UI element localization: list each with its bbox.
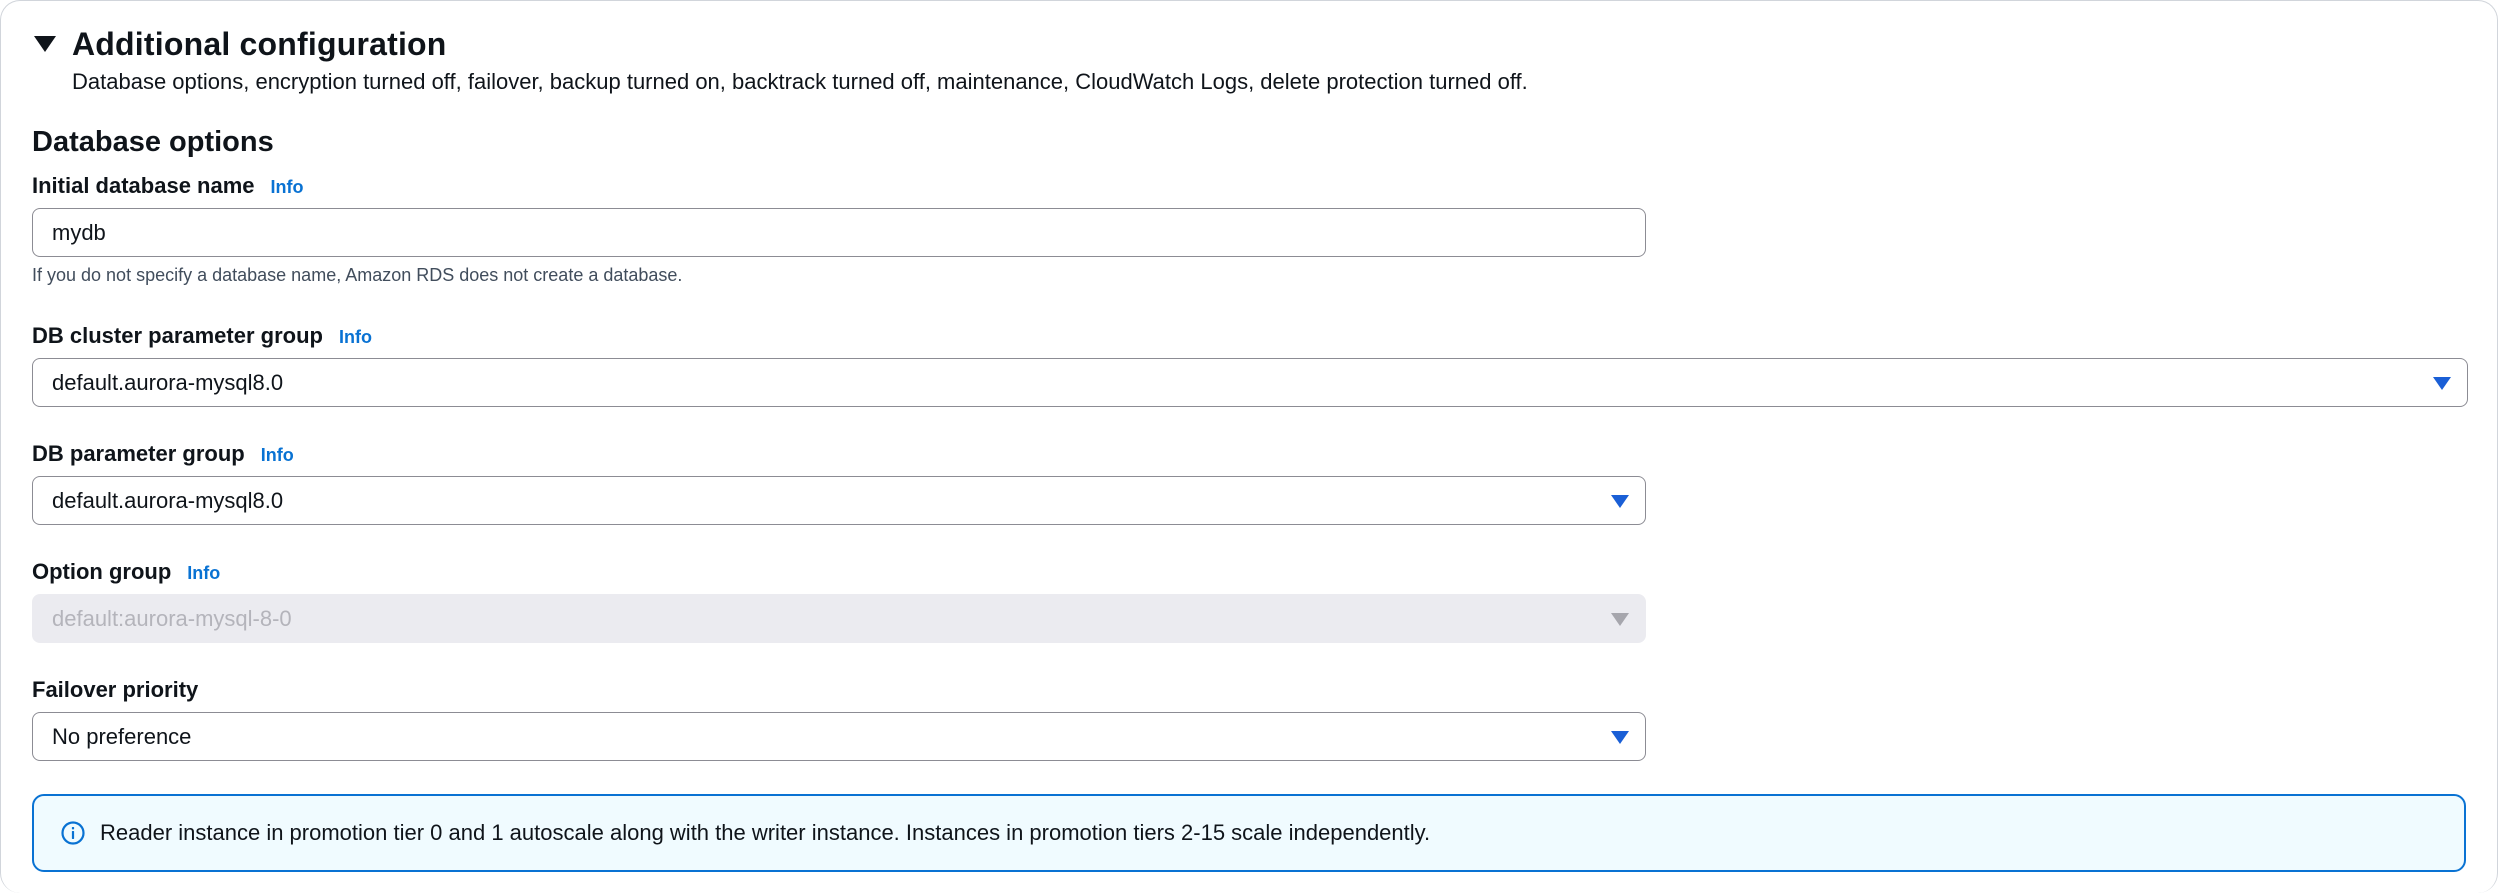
cluster-param-group-label-row: DB cluster parameter group Info bbox=[32, 323, 372, 349]
chevron-down-icon bbox=[2433, 376, 2451, 390]
info-circle-icon bbox=[61, 821, 85, 845]
cluster-param-group-info-link[interactable]: Info bbox=[339, 327, 372, 347]
info-alert: Reader instance in promotion tier 0 and … bbox=[32, 794, 2466, 872]
initial-db-name-label: Initial database name bbox=[32, 173, 255, 198]
failover-priority-select[interactable]: No preference bbox=[32, 712, 1646, 761]
database-options-title: Database options bbox=[32, 126, 274, 158]
db-param-group-label-row: DB parameter group Info bbox=[32, 441, 294, 467]
initial-db-name-input[interactable]: mydb bbox=[32, 208, 1646, 257]
initial-db-name-hint: If you do not specify a database name, A… bbox=[32, 265, 683, 285]
option-group-select: default:aurora-mysql-8-0 bbox=[32, 594, 1646, 643]
cluster-param-group-label: DB cluster parameter group bbox=[32, 323, 323, 348]
db-param-group-select[interactable]: default.aurora-mysql8.0 bbox=[32, 476, 1646, 525]
option-group-label: Option group bbox=[32, 559, 172, 584]
caret-down-icon[interactable] bbox=[34, 36, 56, 52]
info-alert-text: Reader instance in promotion tier 0 and … bbox=[100, 820, 1431, 845]
option-group-info-link[interactable]: Info bbox=[187, 563, 220, 583]
failover-priority-value: No preference bbox=[52, 723, 192, 749]
section-title[interactable]: Additional configuration bbox=[72, 26, 447, 63]
chevron-down-icon bbox=[1611, 730, 1629, 744]
chevron-down-icon bbox=[1611, 494, 1629, 508]
cluster-param-group-select[interactable]: default.aurora-mysql8.0 bbox=[32, 358, 2468, 407]
chevron-down-icon bbox=[1611, 612, 1629, 626]
initial-db-name-info-link[interactable]: Info bbox=[271, 177, 304, 197]
db-param-group-info-link[interactable]: Info bbox=[261, 445, 294, 465]
option-group-value: default:aurora-mysql-8-0 bbox=[52, 605, 292, 631]
db-param-group-value: default.aurora-mysql8.0 bbox=[52, 487, 284, 513]
cluster-param-group-value: default.aurora-mysql8.0 bbox=[52, 369, 284, 395]
initial-db-name-label-row: Initial database name Info bbox=[32, 173, 304, 199]
section-description: Database options, encryption turned off,… bbox=[72, 69, 1528, 94]
initial-db-name-value: mydb bbox=[52, 219, 106, 245]
failover-priority-label: Failover priority bbox=[32, 677, 199, 702]
db-param-group-label: DB parameter group bbox=[32, 441, 245, 466]
option-group-label-row: Option group Info bbox=[32, 559, 220, 585]
failover-priority-label-row: Failover priority bbox=[32, 677, 198, 703]
